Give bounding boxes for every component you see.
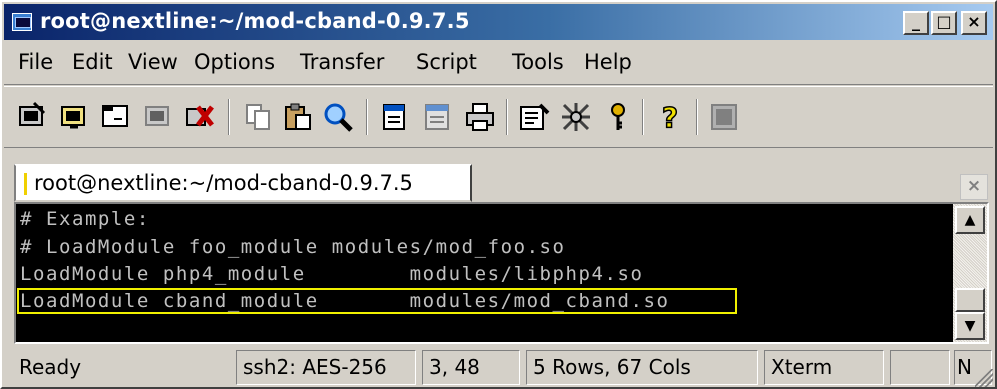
terminal-line: # Example: (20, 208, 150, 230)
help-icon[interactable]: ? (652, 99, 688, 135)
quick-connect-icon[interactable] (56, 99, 92, 135)
scroll-thumb[interactable] (955, 288, 985, 312)
close-button[interactable]: × (961, 11, 987, 35)
toolbar: ? (4, 86, 993, 148)
svg-text:?: ? (662, 101, 678, 133)
close-tab-button[interactable]: × (960, 174, 988, 200)
menu-script[interactable]: Script (416, 50, 477, 74)
status-bar: Ready ssh2: AES-256 3, 48 5 Rows, 67 Col… (4, 348, 993, 387)
terminal-app-icon[interactable] (12, 13, 32, 31)
terminal-frame: # Example: # LoadModule foo_module modul… (14, 202, 989, 344)
status-cipher: ssh2: AES-256 (236, 350, 416, 385)
status-terminal-size: 5 Rows, 67 Cols (526, 350, 758, 385)
keymap-icon[interactable] (600, 99, 636, 135)
toolbar-separator (366, 99, 368, 135)
connect-in-tab-icon[interactable] (98, 99, 134, 135)
toolbar-separator (228, 99, 230, 135)
scroll-up-button[interactable]: ▲ (955, 206, 985, 234)
terminal-line: # LoadModule foo_module modules/mod_foo.… (20, 236, 566, 258)
menu-edit[interactable]: Edit (72, 50, 113, 74)
scroll-down-button[interactable]: ▼ (955, 312, 985, 340)
terminal-screen[interactable]: # Example: # LoadModule foo_module modul… (16, 204, 953, 342)
copy-icon[interactable] (240, 99, 276, 135)
tab-label: root@nextline:~/mod-cband-0.9.7.5 (34, 171, 413, 195)
status-cursor-position: 3, 48 (422, 350, 520, 385)
toolbar-separator (696, 99, 698, 135)
maximize-button[interactable]: □ (931, 11, 957, 35)
securecrt-window: root@nextline:~/mod-cband-0.9.7.5 _ □ × … (0, 0, 997, 389)
find-icon[interactable] (320, 99, 356, 135)
tab-session[interactable]: root@nextline:~/mod-cband-0.9.7.5 (14, 164, 472, 202)
minimize-button[interactable]: _ (903, 11, 929, 35)
window-title: root@nextline:~/mod-cband-0.9.7.5 (40, 9, 470, 33)
title-bar[interactable]: root@nextline:~/mod-cband-0.9.7.5 _ □ × (4, 4, 993, 40)
print-setup-icon[interactable] (378, 99, 414, 135)
menu-view[interactable]: View (128, 50, 178, 74)
status-blank (890, 350, 950, 385)
toolbar-separator (506, 99, 508, 135)
global-options-icon[interactable] (558, 99, 594, 135)
menu-file[interactable]: File (18, 50, 53, 74)
menu-help[interactable]: Help (584, 50, 632, 74)
sftp-icon[interactable] (706, 99, 742, 135)
toolbar-separator (642, 99, 644, 135)
status-emulation: Xterm (764, 350, 884, 385)
menu-tools[interactable]: Tools (512, 50, 564, 74)
menu-options[interactable]: Options (194, 50, 275, 74)
reconnect-icon[interactable] (140, 99, 176, 135)
session-options-icon[interactable] (516, 99, 552, 135)
status-ready: Ready (19, 355, 82, 379)
vertical-scrollbar[interactable]: ▲ ▼ (953, 204, 987, 342)
tab-strip: root@nextline:~/mod-cband-0.9.7.5 × (4, 154, 993, 204)
menu-bar: File Edit View Options Transfer Script T… (4, 42, 993, 85)
tab-status-marker (24, 173, 27, 195)
terminal-line: LoadModule php4_module modules/libphp4.s… (20, 263, 644, 285)
print-icon[interactable] (462, 99, 498, 135)
highlight-box (17, 288, 737, 314)
disconnect-icon[interactable] (182, 99, 218, 135)
menu-transfer[interactable]: Transfer (300, 50, 384, 74)
connect-icon[interactable] (14, 99, 50, 135)
paste-icon[interactable] (280, 99, 316, 135)
resize-grip[interactable] (975, 369, 993, 387)
print-screen-icon[interactable] (420, 99, 456, 135)
